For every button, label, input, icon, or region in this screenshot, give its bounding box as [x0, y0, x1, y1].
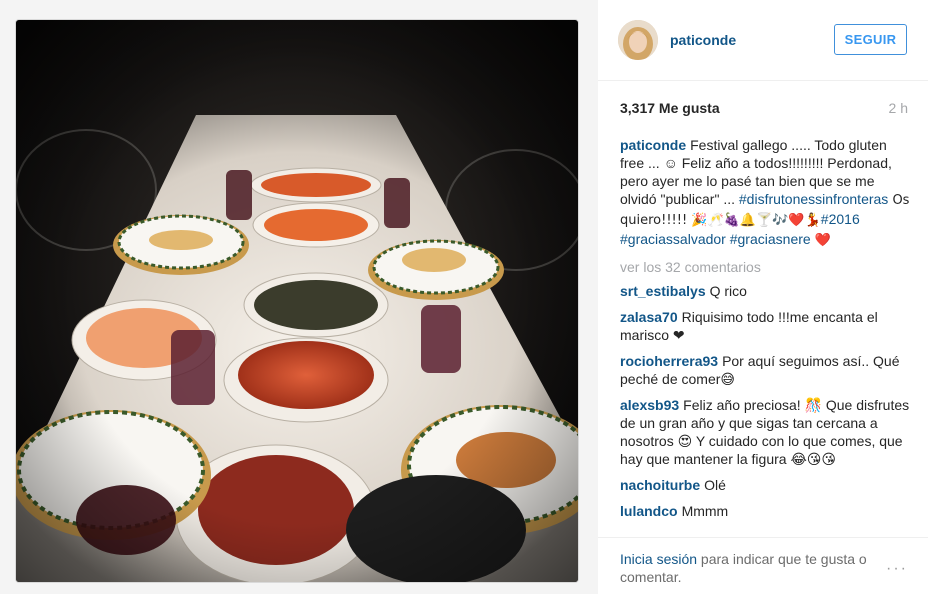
- comment-username-link[interactable]: lulandco: [620, 503, 678, 519]
- view-more-comments-link[interactable]: ver los 32 comentarios: [620, 258, 910, 276]
- comments-list: paticonde Festival gallego ..... Todo glu…: [620, 136, 910, 528]
- list-item: nachoiturbe Olé: [620, 476, 910, 494]
- list-item: alexsb93 Feliz año preciosa! 🎊 Que disfru…: [620, 396, 910, 468]
- likes-row: 3,317 Me gusta 2 h: [620, 100, 908, 118]
- caption: paticonde Festival gallego ..... Todo glu…: [620, 136, 910, 250]
- hashtag-link[interactable]: #disfrutonessinfronteras: [739, 191, 888, 207]
- caption-text: ❤️: [810, 233, 831, 248]
- post-side-panel: paticonde SEGUIR 3,317 Me gusta 2 h pati…: [598, 0, 928, 594]
- comment-username-link[interactable]: zalasa70: [620, 309, 678, 325]
- post-photo[interactable]: [16, 20, 578, 582]
- comment-username-link[interactable]: alexsb93: [620, 397, 679, 413]
- photo-pane: [0, 0, 598, 594]
- list-item: zalasa70 Riquisimo todo !!!me encanta el …: [620, 308, 910, 344]
- login-link[interactable]: Inicia sesión: [620, 551, 697, 567]
- hashtag-link[interactable]: #graciasnere: [730, 231, 811, 247]
- food-table-photo: [16, 20, 578, 582]
- comment-text: Olé: [704, 477, 726, 493]
- comment-text: Q rico: [709, 283, 747, 299]
- follow-button[interactable]: SEGUIR: [834, 24, 907, 55]
- list-item: srt_estibalys Q rico: [620, 282, 910, 300]
- avatar-image: [618, 20, 658, 60]
- comment-username-link[interactable]: rocioherrera93: [620, 353, 718, 369]
- post-footer: Inicia sesión para indicar que te gusta …: [598, 537, 928, 595]
- post-header: paticonde SEGUIR: [598, 0, 928, 81]
- time-ago[interactable]: 2 h: [889, 100, 908, 116]
- caption-username-link[interactable]: paticonde: [620, 137, 686, 153]
- list-item: lulandco Mmmm: [620, 502, 910, 520]
- comment-text: Mmmm: [681, 503, 729, 519]
- more-options-icon[interactable]: ···: [886, 560, 908, 578]
- comment-username-link[interactable]: srt_estibalys: [620, 283, 706, 299]
- login-prompt: Inicia sesión para indicar que te gusta …: [620, 550, 870, 586]
- hashtag-link[interactable]: #graciassalvador: [620, 231, 726, 247]
- avatar[interactable]: [618, 20, 658, 60]
- hashtag-link[interactable]: #2016: [821, 211, 860, 227]
- likes-count[interactable]: 3,317 Me gusta: [620, 100, 720, 116]
- comment-username-link[interactable]: nachoiturbe: [620, 477, 700, 493]
- header-username-link[interactable]: paticonde: [670, 32, 736, 48]
- list-item: rocioherrera93 Por aquí seguimos así.. Qu…: [620, 352, 910, 388]
